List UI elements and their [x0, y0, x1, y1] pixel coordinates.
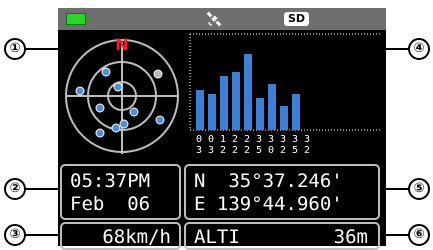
satellite-dot [113, 82, 123, 92]
signal-bar [292, 94, 300, 130]
clock-time: 05:37PM [70, 170, 151, 192]
latitude: N 35°37.246' [194, 170, 343, 192]
coordinates-panel: N 35°37.246' E 139°44.960' [184, 164, 380, 220]
callout-5: ⑤ [408, 178, 430, 200]
channel-label: 5 [292, 145, 298, 156]
altitude-value: 36m [333, 226, 368, 248]
channel-label: 2 [244, 134, 250, 145]
satellite-dot [153, 69, 163, 79]
signal-bar [268, 84, 276, 130]
channel-labels: 0 3 0 3 1 2 2 2 2 2 3 5 3 0 3 2 3 5 3 2 [196, 134, 310, 156]
satellite-dot [129, 107, 139, 117]
gps-screen: SD N 0 3 0 3 1 2 2 2 2 2 3 5 3 0 3 2 3 5… [58, 8, 386, 250]
channel-label: 3 [268, 134, 274, 145]
channel-label: 2 [220, 145, 226, 156]
satellite-dot [111, 123, 121, 133]
signal-bar [244, 54, 252, 130]
callout-2: ② [4, 178, 26, 200]
sd-card-badge: SD [284, 12, 310, 26]
calendar-date: Feb 06 [70, 193, 151, 215]
channel-label: 3 [292, 134, 298, 145]
channel-label: 3 [280, 134, 286, 145]
north-marker: N [115, 35, 128, 54]
satellite-dot [95, 128, 105, 138]
signal-bar [256, 98, 264, 130]
leader-line-2 [22, 188, 60, 190]
altitude-label: ALTI [194, 226, 240, 248]
satellite-icon [206, 11, 222, 27]
leader-line-3 [22, 234, 60, 236]
channel-label: 2 [232, 134, 238, 145]
longitude: E 139°44.960' [194, 193, 343, 215]
channel-label: 2 [232, 145, 238, 156]
channel-label: 3 [208, 145, 214, 156]
channel-label: 3 [256, 134, 262, 145]
battery-full-icon [66, 13, 89, 25]
signal-bar [220, 76, 228, 130]
callout-4: ④ [408, 38, 430, 60]
signal-bar [280, 106, 288, 130]
channel-label: 2 [244, 145, 250, 156]
channel-label: 0 [268, 145, 274, 156]
gps-information-diagram: ① ② ③ ④ ⑤ ⑥ SD N 0 3 0 3 1 2 2 2 2 2 3 5… [0, 0, 433, 250]
satellite-dot [101, 67, 111, 77]
satellite-dot [95, 103, 105, 113]
callout-6: ⑥ [408, 224, 430, 246]
channel-label: 0 [208, 134, 214, 145]
signal-bars [196, 54, 300, 130]
satellite-dot [155, 115, 165, 125]
signal-bar [232, 72, 240, 130]
callout-1: ① [4, 38, 26, 60]
channel-label: 1 [220, 134, 226, 145]
satellite-dot [119, 119, 129, 129]
leader-line-1 [22, 48, 60, 50]
satellite-dot [75, 86, 85, 96]
channel-label: 3 [304, 134, 310, 145]
channel-label: 3 [196, 145, 202, 156]
signal-bar [196, 90, 204, 130]
satellite-sky-plot: N [65, 35, 179, 154]
channel-label: 2 [280, 145, 286, 156]
channel-label: 5 [256, 145, 262, 156]
speed-value: 68km/h [102, 226, 171, 248]
signal-bar [208, 94, 216, 130]
status-bar: SD [58, 8, 386, 30]
callout-3: ③ [4, 224, 26, 246]
time-date-panel: 05:37PM Feb 06 [60, 164, 181, 220]
channel-label: 2 [304, 145, 310, 156]
signal-strength-chart: 0 3 0 3 1 2 2 2 2 2 3 5 3 0 3 2 3 5 3 2 [189, 33, 382, 156]
channel-label: 0 [196, 134, 202, 145]
